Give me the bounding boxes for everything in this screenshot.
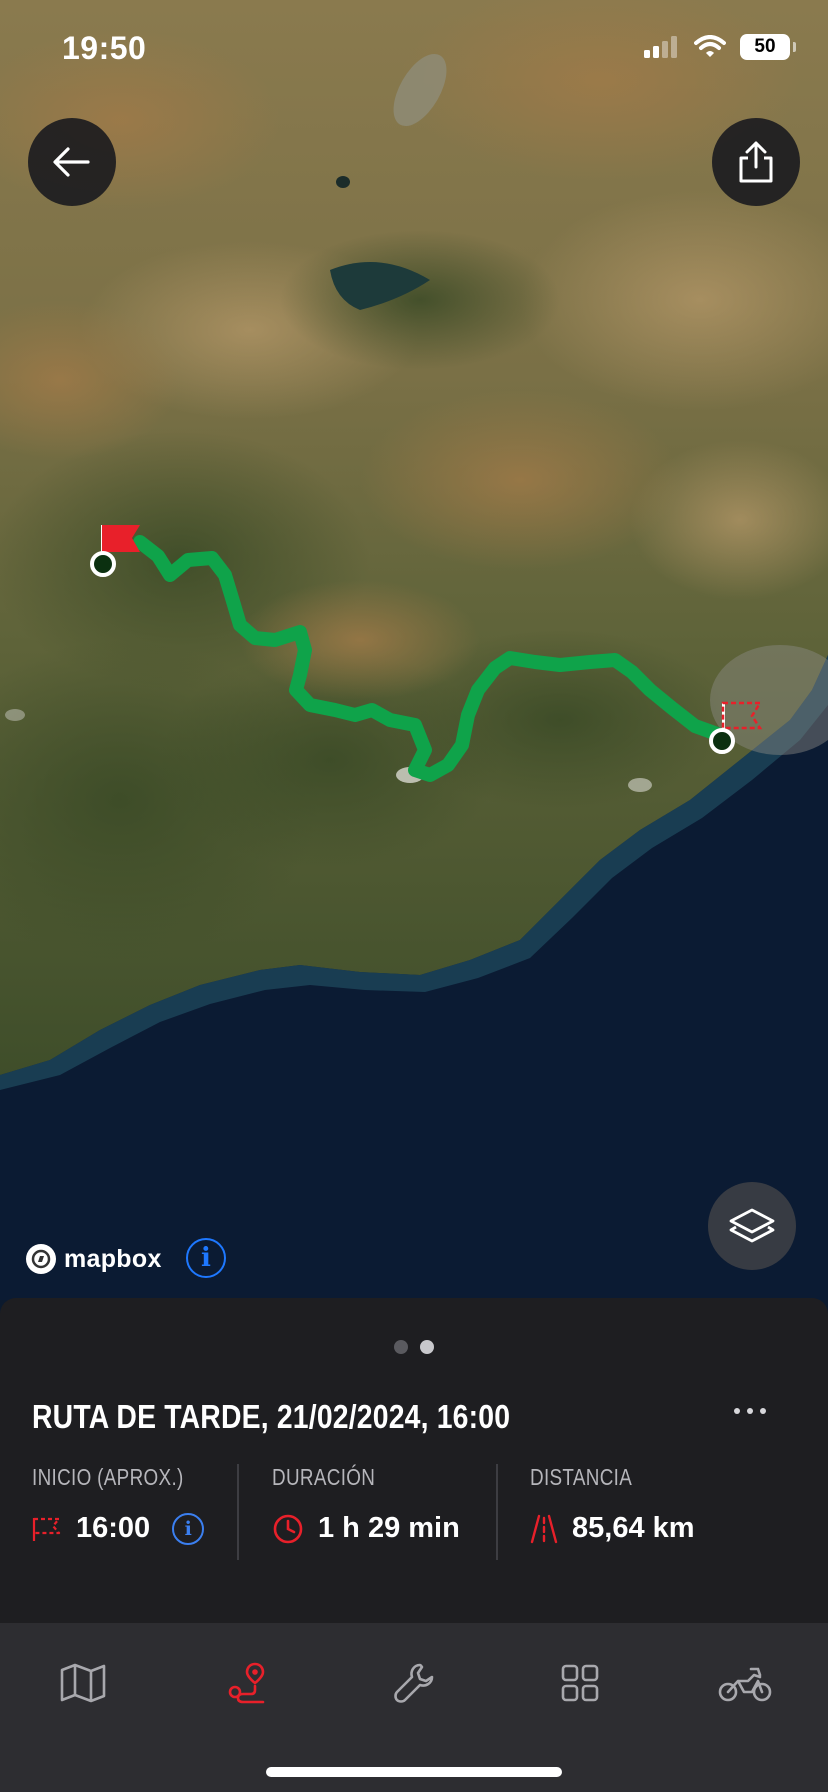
mapbox-logo[interactable]: mapbox: [26, 1244, 162, 1274]
status-bar: 19:50 50: [0, 0, 828, 100]
share-button[interactable]: [712, 118, 800, 206]
route-summary-sheet: RUTA DE TARDE, 21/02/2024, 16:00 INICIO …: [0, 1298, 828, 1623]
tab-map[interactable]: [43, 1653, 123, 1713]
page-dot-1[interactable]: [394, 1340, 408, 1354]
clock-icon: [273, 1514, 303, 1543]
page-dot-2-active[interactable]: [420, 1340, 434, 1354]
stat-start-value: 16:00: [76, 1512, 151, 1544]
stat-distance-value: 85,64 km: [572, 1512, 695, 1544]
more-dot-icon: [747, 1408, 753, 1414]
map-view[interactable]: 19:50 50 mapbox i: [0, 0, 828, 1300]
route-icon: [228, 1662, 265, 1704]
home-indicator[interactable]: [266, 1767, 562, 1777]
share-icon: [739, 141, 773, 183]
stat-distance-label: DISTANCIA: [530, 1464, 633, 1490]
mapbox-mark-icon: [26, 1244, 56, 1274]
route-stats: INICIO (APROX.) 16:00 i DURACIÓN 1 h 29 …: [0, 1464, 828, 1560]
map-info-button[interactable]: i: [186, 1238, 226, 1278]
wifi-icon: [694, 35, 726, 57]
more-dot-icon: [760, 1408, 766, 1414]
tab-routes[interactable]: [208, 1653, 288, 1713]
stat-distance: DISTANCIA 85,64 km: [530, 1464, 695, 1560]
mapbox-text: mapbox: [64, 1244, 162, 1273]
tab-dashboard[interactable]: [540, 1653, 620, 1713]
start-flag-icon: [32, 1517, 61, 1541]
divider: [496, 1464, 498, 1560]
tab-bar: [0, 1623, 828, 1792]
grid-icon: [561, 1664, 599, 1702]
info-icon: i: [201, 1243, 211, 1273]
stat-start-label: INICIO (APROX.): [32, 1464, 184, 1490]
more-dot-icon: [734, 1408, 740, 1414]
battery-icon: 50: [740, 34, 796, 60]
tab-garage[interactable]: [705, 1653, 785, 1713]
info-icon: i: [184, 1517, 192, 1540]
map-icon: [60, 1663, 106, 1703]
motorcycle-icon: [718, 1667, 772, 1702]
tab-maintenance[interactable]: [374, 1653, 454, 1713]
layers-icon: [729, 1208, 775, 1243]
stat-duration-value: 1 h 29 min: [318, 1512, 460, 1544]
status-icons: 50: [644, 34, 796, 60]
wrench-icon: [394, 1663, 434, 1703]
divider: [237, 1464, 239, 1560]
arrow-left-icon: [53, 147, 90, 177]
stat-duration: DURACIÓN 1 h 29 min: [272, 1464, 460, 1560]
status-time: 19:50: [62, 30, 147, 66]
page-indicator[interactable]: [0, 1340, 828, 1354]
more-options-button[interactable]: [734, 1408, 766, 1414]
back-button[interactable]: [28, 118, 116, 206]
stat-start: INICIO (APROX.) 16:00 i: [32, 1464, 217, 1560]
battery-level: 50: [754, 36, 776, 57]
signal-icon: [644, 36, 677, 58]
start-info-button[interactable]: i: [172, 1512, 205, 1545]
layers-button[interactable]: [708, 1182, 796, 1270]
satellite-terrain: [0, 0, 828, 1300]
road-icon: [530, 1514, 558, 1543]
route-title: RUTA DE TARDE, 21/02/2024, 16:00: [32, 1398, 511, 1435]
stat-duration-label: DURACIÓN: [272, 1464, 376, 1490]
